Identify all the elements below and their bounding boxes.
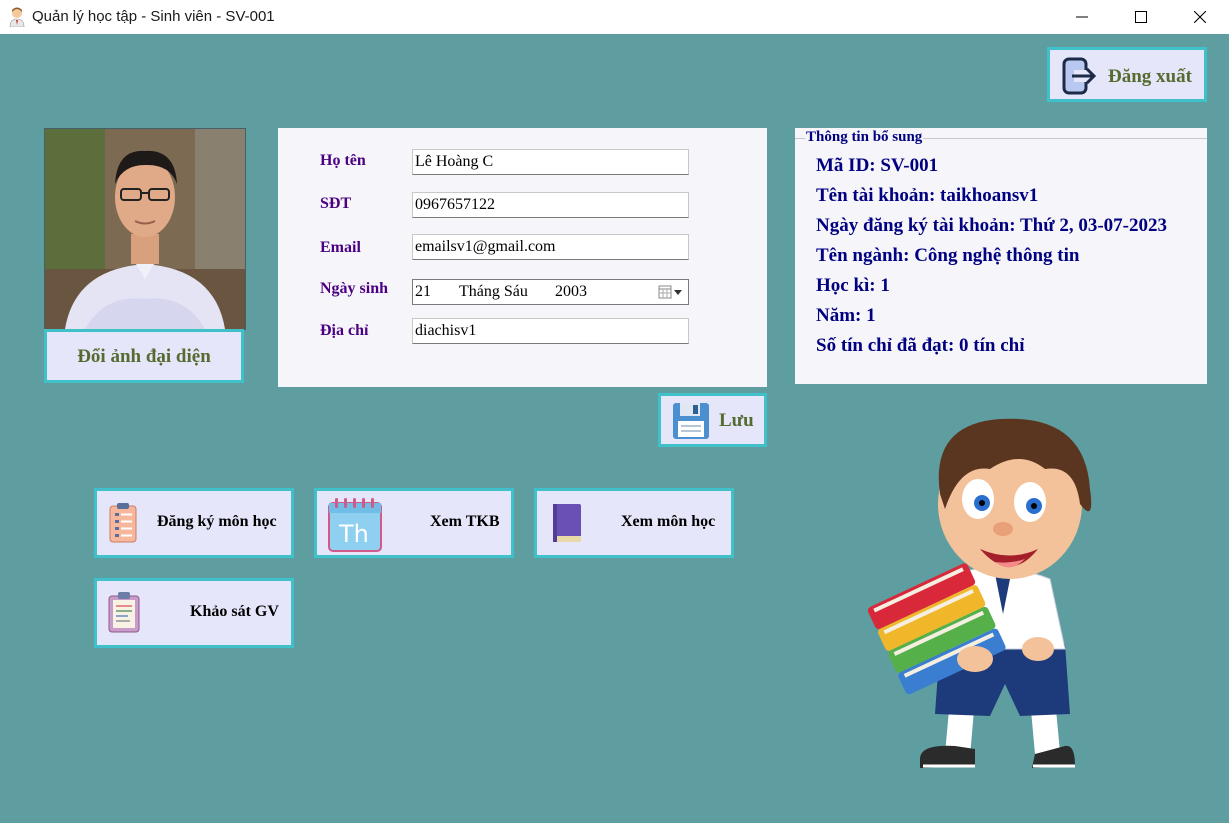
- minimize-icon: [1076, 16, 1088, 18]
- change-avatar-button[interactable]: Đổi ảnh đại diện: [44, 329, 244, 383]
- email-label: Email: [320, 239, 361, 256]
- view-courses-label: Xem môn học: [621, 513, 716, 530]
- birthdate-picker[interactable]: 21 Tháng Sáu 2003: [412, 279, 689, 305]
- info-credits: Số tín chỉ đã đạt: 0 tín chỉ: [816, 335, 1025, 356]
- book-icon: [553, 504, 581, 542]
- save-label: Lưu: [719, 410, 754, 431]
- maximize-button[interactable]: [1112, 0, 1170, 34]
- name-label: Họ tên: [320, 152, 366, 169]
- main-area: Đăng xuất Đổi ảnh đại diện Họ tên Lê Hoà…: [0, 34, 1229, 823]
- logout-button[interactable]: Đăng xuất: [1047, 47, 1207, 102]
- birthdate-label: Ngày sinh: [320, 280, 389, 297]
- survey-clipboard-icon: [108, 592, 140, 633]
- calendar-icon: Th: [328, 498, 382, 552]
- student-mascot-illustration: [867, 418, 1092, 768]
- floppy-disk-icon: [673, 403, 709, 439]
- info-legend: Thông tin bổ sung: [805, 129, 924, 146]
- close-icon: [1194, 11, 1206, 23]
- course-registration-button[interactable]: Đăng ký môn học: [94, 488, 294, 558]
- info-major: Tên ngành: Công nghệ thông tin: [816, 245, 1080, 266]
- birthdate-year: 2003: [555, 283, 587, 300]
- change-avatar-label: Đổi ảnh đại diện: [77, 346, 211, 367]
- calendar-dropdown-icon[interactable]: [658, 285, 684, 299]
- svg-text:Th: Th: [338, 520, 369, 548]
- info-register-date: Ngày đăng ký tài khoản: Thứ 2, 03-07-202…: [816, 215, 1168, 236]
- phone-label: SĐT: [320, 195, 352, 212]
- personal-info-form: Họ tên Lê Hoàng C SĐT 0967657122 Email e…: [278, 128, 767, 387]
- student-photo: [45, 129, 245, 329]
- birthdate-day: 21: [415, 283, 431, 300]
- logout-icon: [1062, 57, 1097, 95]
- view-courses-button[interactable]: Xem môn học: [534, 488, 734, 558]
- avatar: [44, 128, 246, 330]
- info-username: Tên tài khoản: taikhoansv1: [816, 185, 1039, 206]
- address-label: Địa chỉ: [320, 322, 369, 339]
- info-semester: Học kì: 1: [816, 275, 890, 296]
- window-title: Quản lý học tập - Sinh viên - SV-001: [32, 8, 275, 25]
- close-button[interactable]: [1171, 0, 1229, 34]
- name-input[interactable]: Lê Hoàng C: [412, 149, 689, 175]
- clipboard-list-icon: [109, 503, 137, 543]
- address-input[interactable]: diachisv1: [412, 318, 689, 344]
- app-student-icon: [9, 7, 25, 27]
- teacher-survey-label: Khảo sát GV: [190, 603, 279, 620]
- maximize-icon: [1135, 11, 1147, 23]
- save-button[interactable]: Lưu: [658, 393, 767, 447]
- teacher-survey-button[interactable]: Khảo sát GV: [94, 578, 294, 648]
- phone-input[interactable]: 0967657122: [412, 192, 689, 218]
- title-bar: Quản lý học tập - Sinh viên - SV-001: [0, 0, 1229, 34]
- course-registration-label: Đăng ký môn học: [157, 513, 277, 530]
- view-timetable-button[interactable]: Th Xem TKB: [314, 488, 514, 558]
- birthdate-month: Tháng Sáu: [459, 283, 528, 300]
- logout-label: Đăng xuất: [1108, 66, 1192, 87]
- minimize-button[interactable]: [1053, 0, 1111, 34]
- info-student-id: Mã ID: SV-001: [816, 155, 939, 176]
- email-input[interactable]: emailsv1@gmail.com: [412, 234, 689, 260]
- view-timetable-label: Xem TKB: [430, 513, 500, 530]
- info-year: Năm: 1: [816, 305, 876, 326]
- additional-info-panel: Thông tin bổ sung Mã ID: SV-001 Tên tài …: [795, 128, 1207, 384]
